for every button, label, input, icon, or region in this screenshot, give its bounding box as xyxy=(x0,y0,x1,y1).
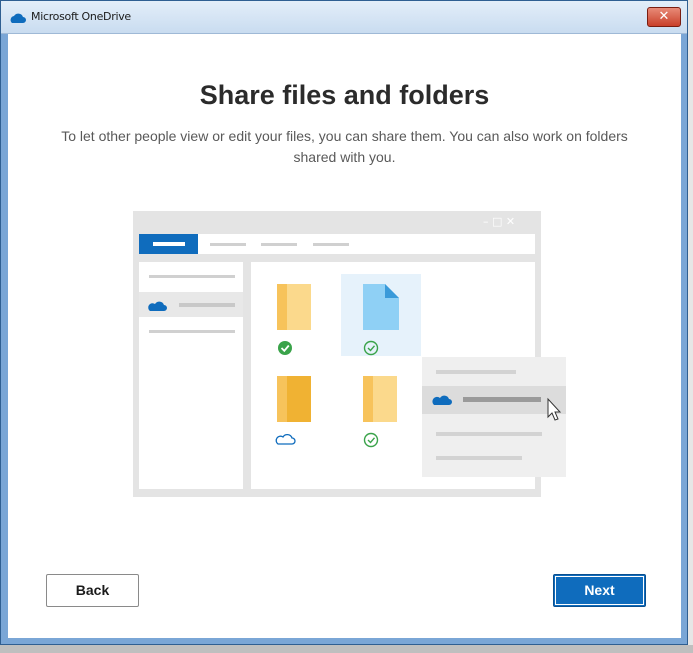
close-button[interactable]: ✕ xyxy=(647,7,681,27)
check-circle-icon xyxy=(278,341,292,355)
window-title: Microsoft OneDrive xyxy=(31,10,131,23)
folder-icon xyxy=(277,284,311,330)
onedrive-cloud-icon xyxy=(8,11,26,29)
background-strip-bottom xyxy=(0,645,693,653)
title-bar[interactable]: Microsoft OneDrive ✕ xyxy=(1,1,687,34)
back-button[interactable]: Back xyxy=(46,574,139,607)
illustration-tab xyxy=(313,243,349,246)
folder-icon xyxy=(277,376,311,422)
background-strip-right xyxy=(688,0,693,653)
share-illustration: – □ ✕ xyxy=(133,211,566,497)
onedrive-setup-window: Microsoft OneDrive ✕ Share files and fol… xyxy=(0,0,688,645)
illustration-tab xyxy=(261,243,297,246)
folder-icon xyxy=(363,376,397,422)
illustration-window-controls: – □ ✕ xyxy=(483,215,515,228)
illustration-tab xyxy=(210,243,246,246)
dialog-content: Share files and folders To let other peo… xyxy=(8,34,681,638)
next-button[interactable]: Next xyxy=(553,574,646,607)
